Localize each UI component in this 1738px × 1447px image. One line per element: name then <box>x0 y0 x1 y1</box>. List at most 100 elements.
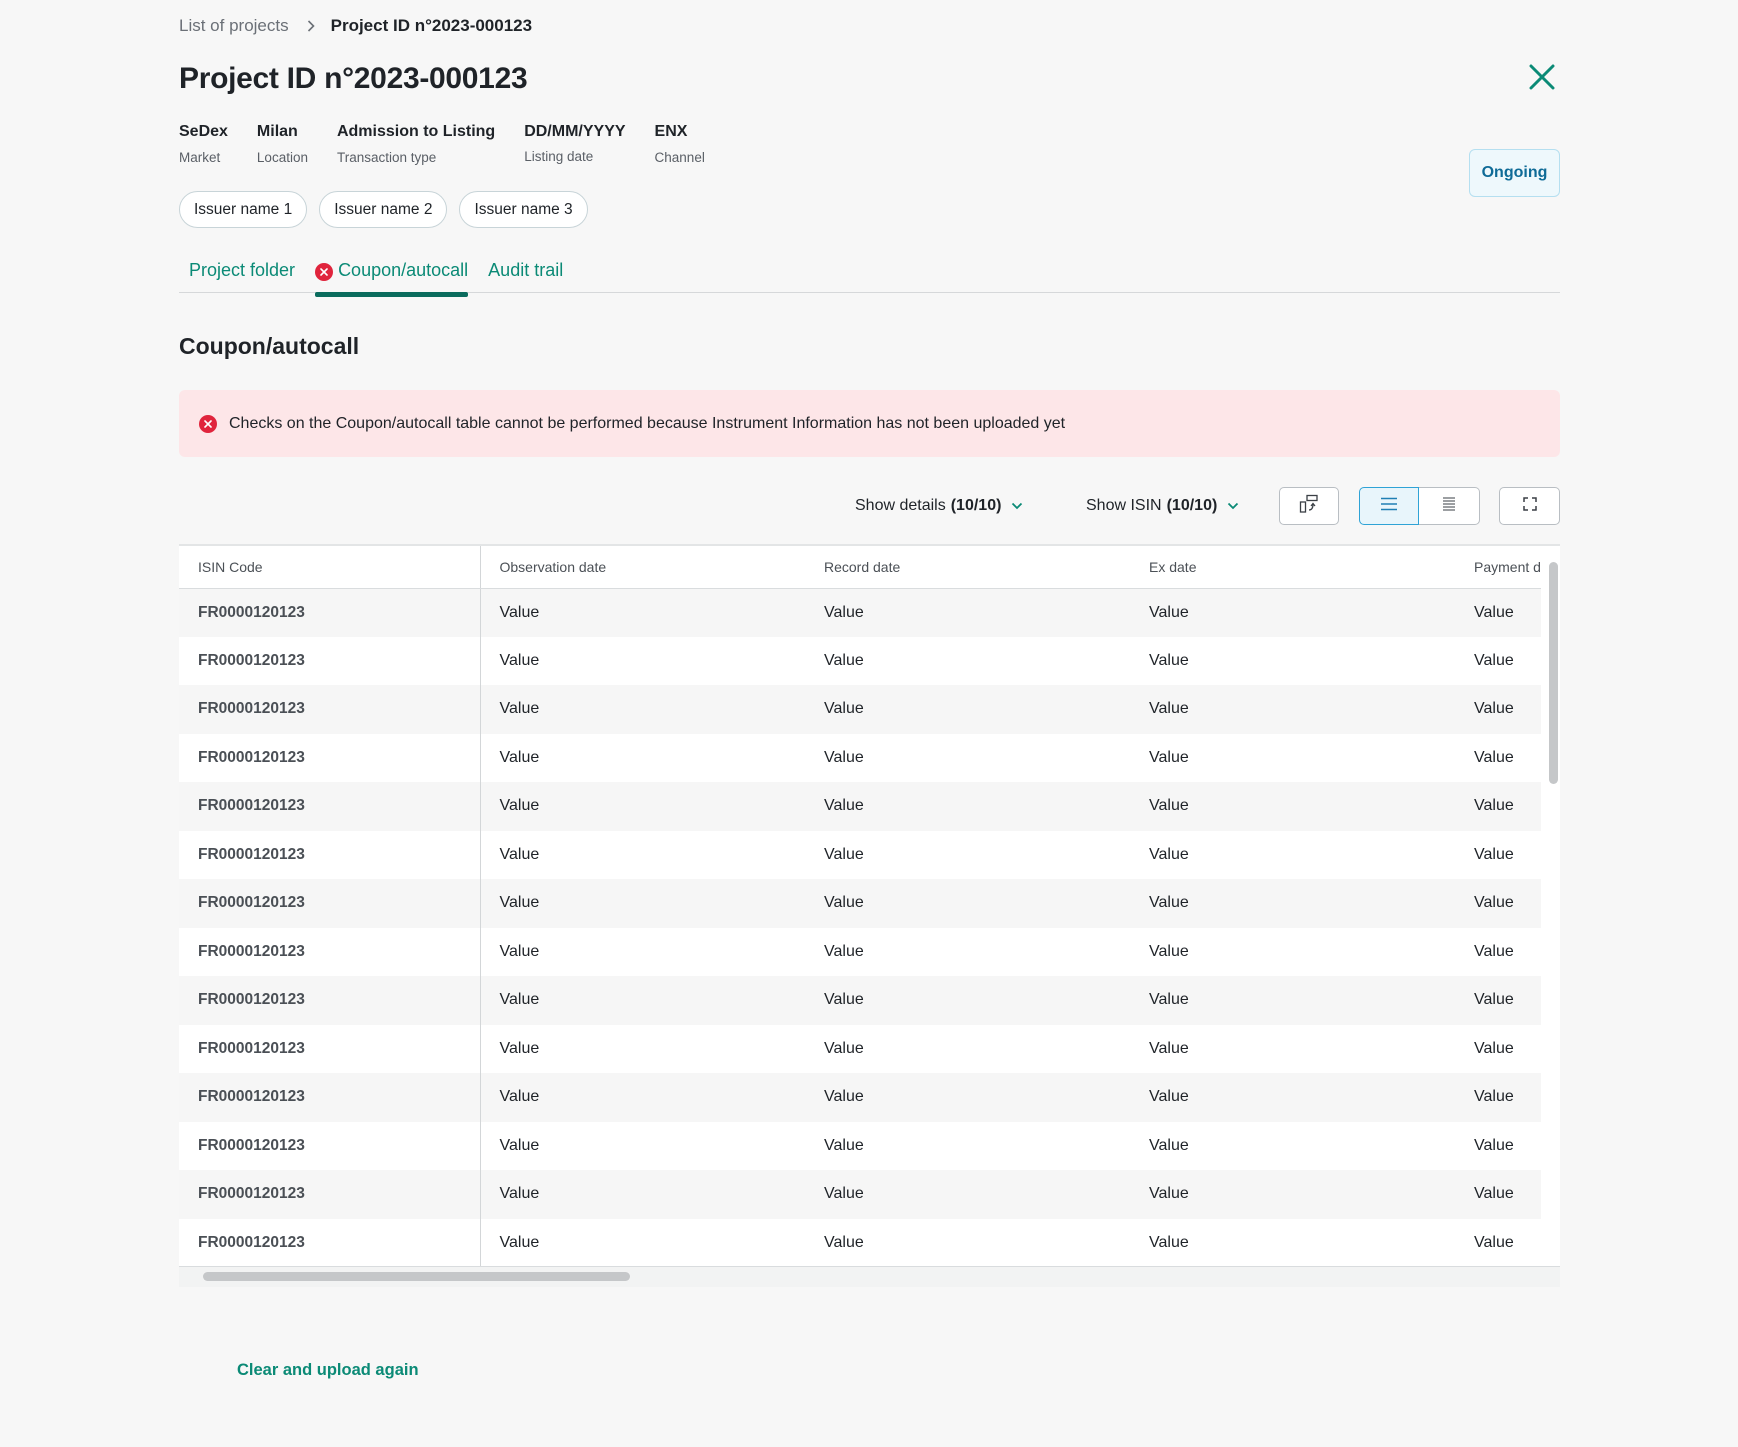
error-icon <box>199 414 217 433</box>
error-icon <box>315 263 334 281</box>
isin-cell: FR0000120123 <box>179 879 481 928</box>
data-table: ISIN Code Observation date Record date E… <box>179 546 1541 1267</box>
table-cell: Value <box>480 588 805 637</box>
table-cell: Value <box>1130 1218 1455 1267</box>
table-cell: Value <box>805 636 1130 685</box>
table-cell: Value <box>1455 685 1541 734</box>
density-compact-button[interactable] <box>1419 487 1480 525</box>
meta-value: Milan <box>256 123 298 140</box>
table-row[interactable]: FR0000120123 Value Value Value Value <box>179 636 1541 685</box>
table-cell: Value <box>1455 1121 1541 1170</box>
table-row[interactable]: FR0000120123 Value Value Value Value <box>179 976 1541 1025</box>
chevron-down-icon <box>1011 502 1023 510</box>
table-row[interactable]: FR0000120123 Value Value Value Value <box>179 1121 1541 1170</box>
table-cell: Value <box>480 1218 805 1267</box>
table-cell: Value <box>805 782 1130 831</box>
density-comfortable-button[interactable] <box>1359 487 1419 525</box>
table-cell: Value <box>805 1170 1130 1219</box>
column-header-payment-date[interactable]: Payment d <box>1455 546 1541 589</box>
table-row[interactable]: FR0000120123 Value Value Value Value <box>179 685 1541 734</box>
table-cell: Value <box>805 1218 1130 1267</box>
table-cell: Value <box>480 927 805 976</box>
pivot-table-button[interactable] <box>1279 487 1339 525</box>
dropdown-count: (10/10) <box>1166 497 1218 514</box>
column-header-ex-date[interactable]: Ex date <box>1130 546 1455 589</box>
vertical-scrollbar[interactable] <box>1549 562 1558 784</box>
issuer-chip[interactable]: Issuer name 2 <box>319 191 448 228</box>
column-header-record-date[interactable]: Record date <box>805 546 1130 589</box>
tab-project-folder[interactable]: Project folder <box>179 258 305 293</box>
show-isin-dropdown[interactable]: Show ISIN (10/10) <box>1086 487 1239 525</box>
alert-message: Checks on the Coupon/autocall table cann… <box>229 414 1066 432</box>
table-row[interactable]: FR0000120123 Value Value Value Value <box>179 879 1541 928</box>
table-header-row: ISIN Code Observation date Record date E… <box>179 546 1541 589</box>
table-cell: Value <box>805 1073 1130 1122</box>
table-row[interactable]: FR0000120123 Value Value Value Value <box>179 782 1541 831</box>
table-row[interactable]: FR0000120123 Value Value Value Value <box>179 588 1541 637</box>
isin-cell: FR0000120123 <box>179 1024 481 1073</box>
clear-and-upload-again-button[interactable]: Clear and upload again <box>237 1361 419 1380</box>
issuer-list: Issuer name 1 Issuer name 2 Issuer name … <box>179 191 600 228</box>
meta-channel: ENX Channel <box>655 123 705 165</box>
isin-cell: FR0000120123 <box>179 782 481 831</box>
isin-cell: FR0000120123 <box>179 830 481 879</box>
table-row[interactable]: FR0000120123 Value Value Value Value <box>179 1073 1541 1122</box>
meta-value: Admission to Listing <box>336 123 496 140</box>
table-cell: Value <box>805 733 1130 782</box>
tab-coupon-autocall[interactable]: Coupon/autocall <box>315 258 469 297</box>
status-badge: Ongoing <box>1469 149 1560 197</box>
table-cell: Value <box>1130 830 1455 879</box>
table-cell: Value <box>805 1121 1130 1170</box>
table-cell: Value <box>1130 927 1455 976</box>
table-cell: Value <box>480 733 805 782</box>
table-cell: Value <box>805 879 1130 928</box>
meta-location: Milan Location <box>257 123 308 165</box>
meta-value: DD/MM/YYYY <box>524 123 626 140</box>
fullscreen-button[interactable] <box>1499 487 1560 525</box>
table-row[interactable]: FR0000120123 Value Value Value Value <box>179 1024 1541 1073</box>
column-header-isin[interactable]: ISIN Code <box>179 546 481 589</box>
meta-market: SeDex Market <box>179 123 228 165</box>
table-row[interactable]: FR0000120123 Value Value Value Value <box>179 1170 1541 1219</box>
table-cell: Value <box>1455 636 1541 685</box>
isin-cell: FR0000120123 <box>179 1170 481 1219</box>
table-cell: Value <box>480 879 805 928</box>
table-cell: Value <box>1455 1024 1541 1073</box>
column-header-observation-date[interactable]: Observation date <box>480 546 805 589</box>
table-cell: Value <box>1130 1073 1455 1122</box>
table-cell: Value <box>1455 830 1541 879</box>
isin-cell: FR0000120123 <box>179 733 481 782</box>
issuer-chip[interactable]: Issuer name 3 <box>459 191 588 228</box>
tab-audit-trail[interactable]: Audit trail <box>468 258 573 293</box>
table-row[interactable]: FR0000120123 Value Value Value Value <box>179 830 1541 879</box>
close-button[interactable] <box>1525 62 1559 96</box>
meta-label: Transaction type <box>336 150 437 165</box>
table-row[interactable]: FR0000120123 Value Value Value Value <box>179 1218 1541 1267</box>
pivot-icon <box>1299 494 1319 519</box>
table-cell: Value <box>1455 1218 1541 1267</box>
issuer-chip[interactable]: Issuer name 1 <box>179 191 308 228</box>
table-cell: Value <box>1130 733 1455 782</box>
table-toolbar: Show details (10/10) Show ISIN (10/10) <box>179 487 1560 525</box>
coupon-table: ISIN Code Observation date Record date E… <box>179 544 1560 1287</box>
table-row[interactable]: FR0000120123 Value Value Value Value <box>179 733 1541 782</box>
meta-label: Location <box>256 150 308 165</box>
horizontal-scrollbar[interactable] <box>203 1272 630 1281</box>
table-cell: Value <box>805 588 1130 637</box>
table-cell: Value <box>1455 976 1541 1025</box>
breadcrumb-list-of-projects[interactable]: List of projects <box>179 16 289 36</box>
tab-bar: Project folder Coupon/autocall Audit tra… <box>179 258 1560 297</box>
tab-label: Coupon/autocall <box>338 260 469 280</box>
meta-value: SeDex <box>179 123 228 140</box>
table-cell: Value <box>1130 636 1455 685</box>
table-cell: Value <box>1455 733 1541 782</box>
vertical-scroll-track <box>1541 546 1560 1268</box>
breadcrumb: List of projects Project ID n°2023-00012… <box>179 16 532 36</box>
isin-cell: FR0000120123 <box>179 1218 481 1267</box>
table-cell: Value <box>480 782 805 831</box>
table-cell: Value <box>805 927 1130 976</box>
show-details-dropdown[interactable]: Show details (10/10) <box>855 487 1023 525</box>
isin-cell: FR0000120123 <box>179 685 481 734</box>
table-row[interactable]: FR0000120123 Value Value Value Value <box>179 927 1541 976</box>
dropdown-label: Show ISIN <box>1086 497 1162 514</box>
